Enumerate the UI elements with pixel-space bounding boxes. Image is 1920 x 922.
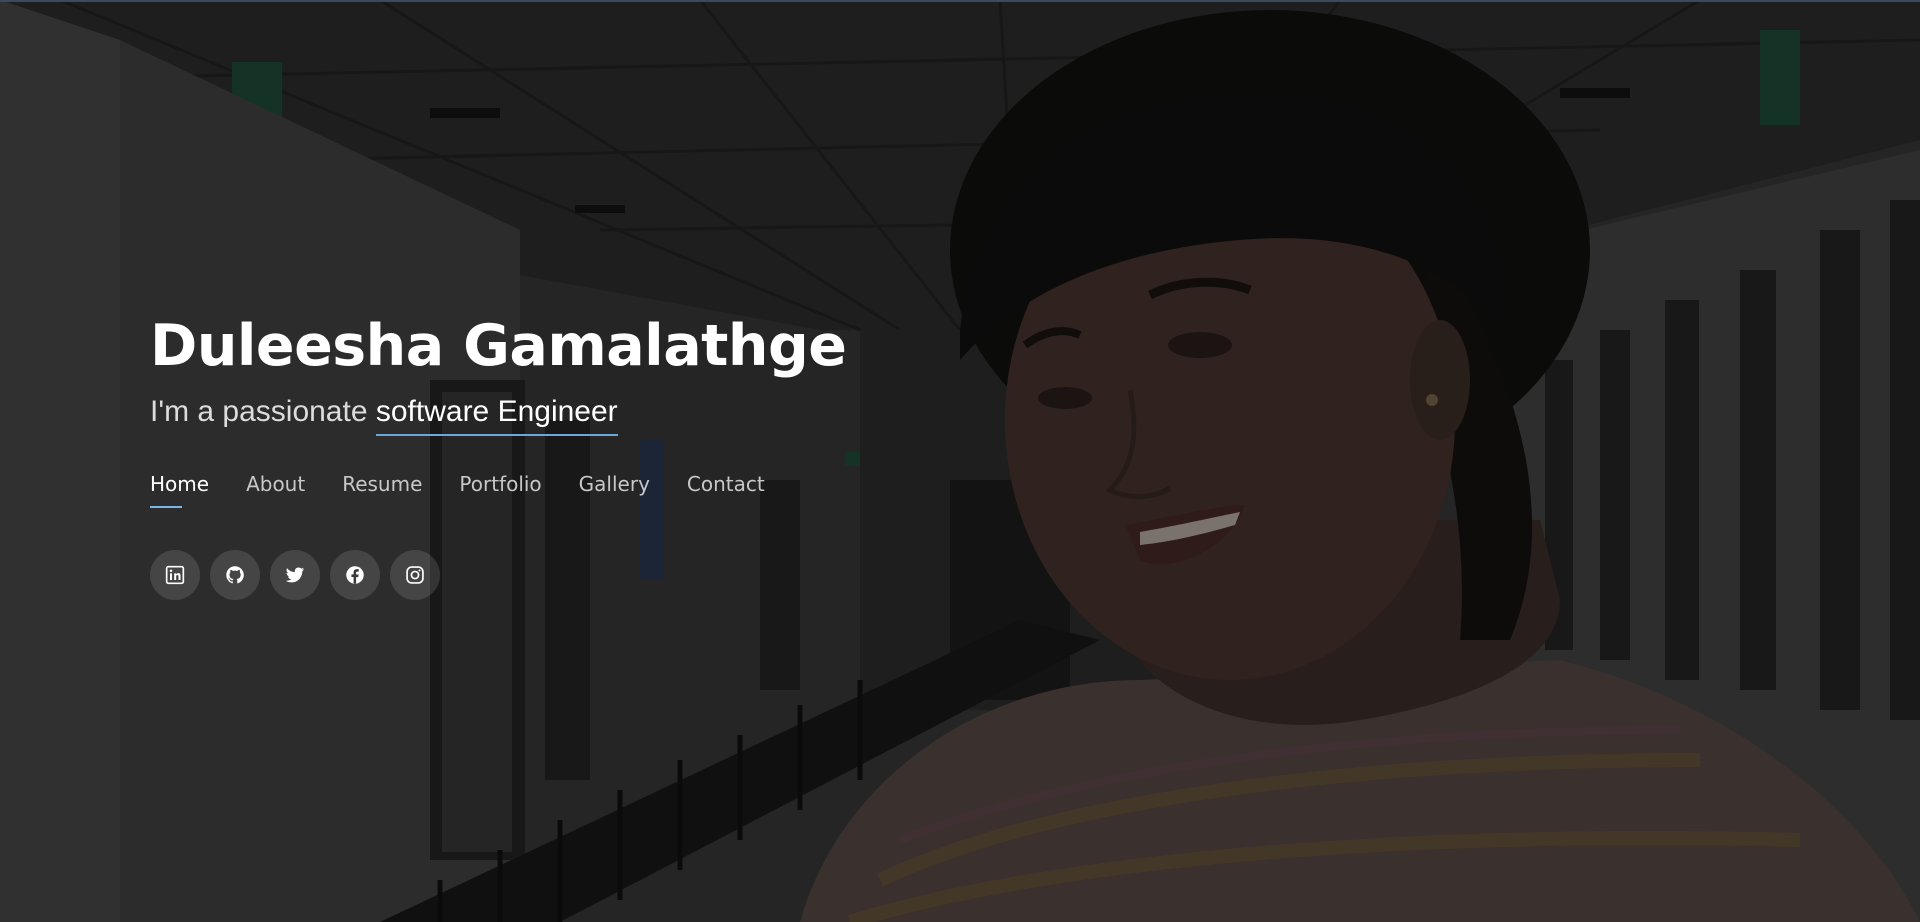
nav-contact[interactable]: Contact [687, 470, 765, 510]
nav-gallery[interactable]: Gallery [579, 470, 650, 510]
hero-section: Duleesha Gamalathge I'm a passionate sof… [0, 0, 1920, 922]
instagram-icon [406, 566, 424, 584]
facebook-icon [346, 566, 364, 584]
twitter-icon [285, 567, 305, 583]
tagline-typed-text: software Engineer [375, 396, 618, 436]
github-icon [226, 566, 244, 584]
nav-about[interactable]: About [246, 470, 305, 510]
linkedin-button[interactable] [150, 550, 200, 600]
linkedin-icon [165, 565, 185, 585]
instagram-button[interactable] [390, 550, 440, 600]
main-nav: Home About Resume Portfolio Gallery Cont… [150, 470, 1050, 510]
hero-content: Duleesha Gamalathge I'm a passionate sof… [150, 300, 1050, 600]
nav-resume[interactable]: Resume [342, 470, 422, 510]
hero-name: Duleesha Gamalathge [150, 313, 847, 379]
nav-home[interactable]: Home [150, 470, 209, 510]
twitter-button[interactable] [270, 550, 320, 600]
tagline-prefix: I'm a passionate [150, 395, 368, 428]
github-button[interactable] [210, 550, 260, 600]
top-border [0, 0, 1920, 2]
facebook-button[interactable] [330, 550, 380, 600]
hero-tagline: I'm a passionate software Engineer [150, 392, 1050, 436]
social-links [150, 550, 1050, 600]
nav-portfolio[interactable]: Portfolio [459, 470, 541, 510]
